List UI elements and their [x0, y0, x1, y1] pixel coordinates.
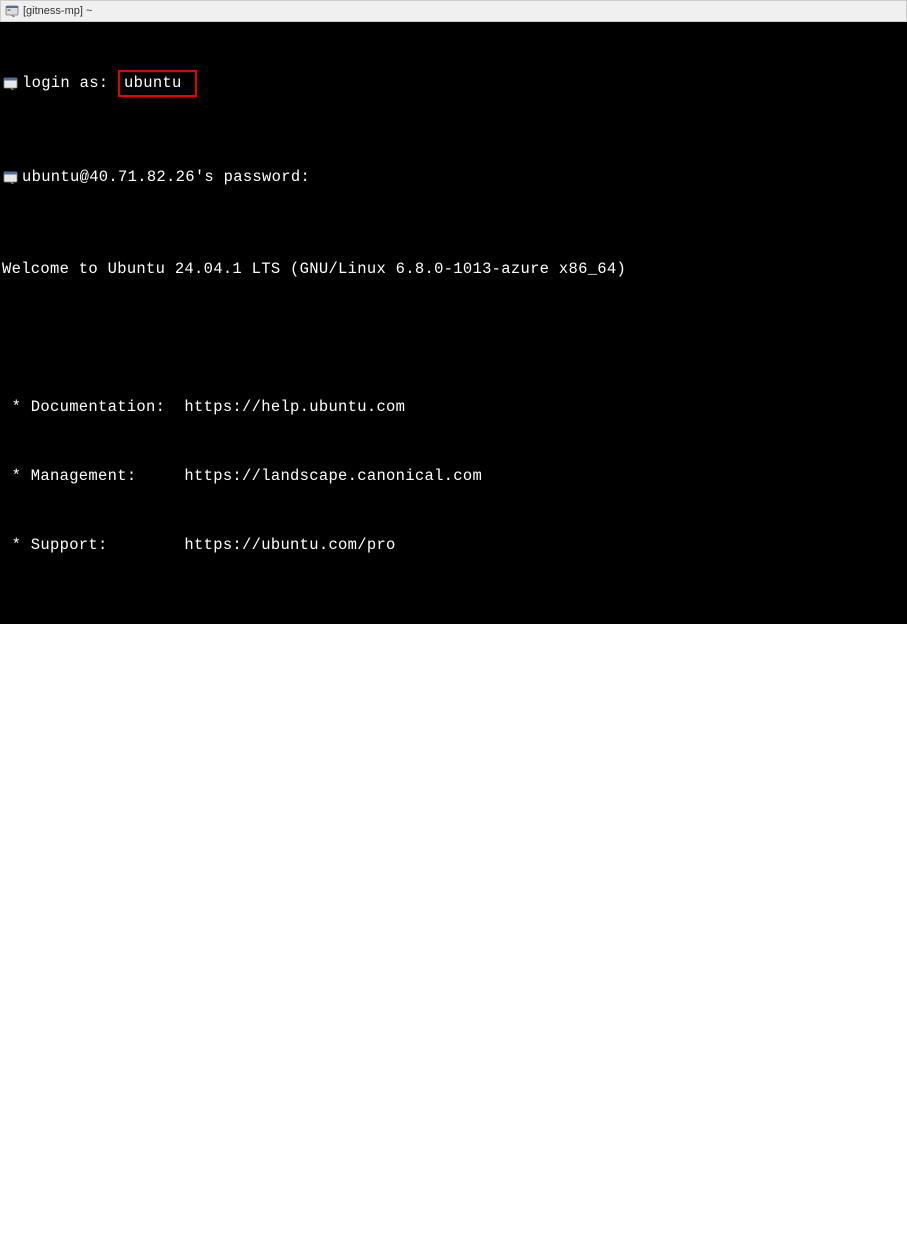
blank	[2, 810, 907, 833]
cloud-line-1: Get cloud support with Ubuntu Advantage …	[2, 672, 907, 695]
esm-apps-2: Learn more about enabling ESM Apps servi…	[2, 1224, 907, 1247]
mgmt-line: * Management: https://landscape.canonica…	[2, 465, 907, 488]
blank	[2, 948, 907, 971]
terminal-area[interactable]: login as: ubuntu ubuntu@40.71.82.26's pa…	[0, 22, 907, 624]
terminal-icon	[5, 4, 19, 18]
terminal-icon	[2, 169, 20, 187]
terminal-icon	[2, 75, 20, 93]
login-user: ubuntu	[124, 74, 182, 92]
window-title: [gitness-mp] ~	[23, 5, 92, 17]
password-line: ubuntu@40.71.82.26's password:	[2, 166, 907, 189]
login-line: login as: ubuntu	[2, 70, 907, 97]
blank	[2, 603, 907, 626]
cloud-line-2: http://www.ubuntu.com/business/services/…	[2, 741, 907, 764]
blank	[2, 327, 907, 350]
welcome-line: Welcome to Ubuntu 24.04.1 LTS (GNU/Linux…	[2, 258, 907, 281]
login-prefix: login as:	[22, 72, 108, 95]
window-titlebar[interactable]: [gitness-mp] ~	[0, 0, 907, 22]
login-user-highlight: ubuntu	[118, 70, 197, 97]
esm-line: Expanded Security Maintenance for Applic…	[2, 879, 907, 902]
password-text: ubuntu@40.71.82.26's password:	[22, 166, 310, 189]
doc-line: * Documentation: https://help.ubuntu.com	[2, 396, 907, 419]
support-line: * Support: https://ubuntu.com/pro	[2, 534, 907, 557]
blank	[2, 1086, 907, 1109]
updates-line: 0 updates can be applied immediately.	[2, 1017, 907, 1040]
esm-apps-1: 3 additional security updates can be app…	[2, 1155, 907, 1178]
